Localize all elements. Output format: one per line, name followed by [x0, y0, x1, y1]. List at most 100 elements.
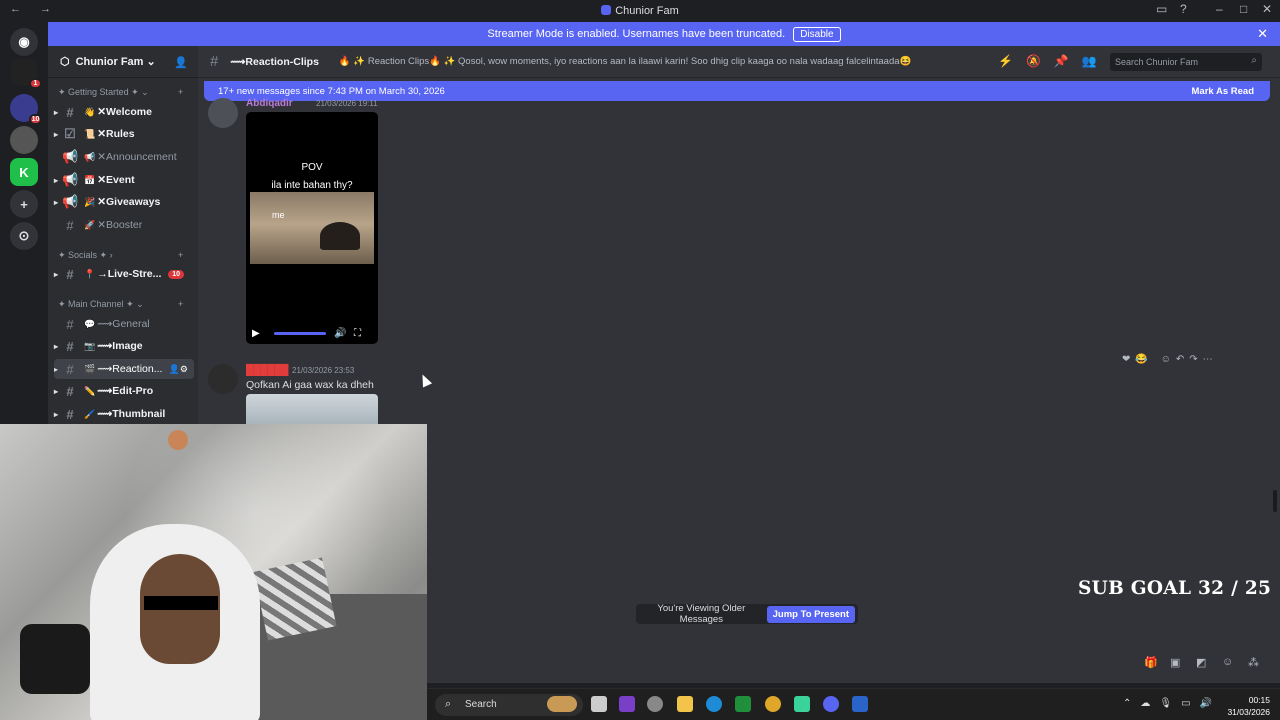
edge-icon[interactable] — [706, 696, 722, 712]
chrome-icon[interactable] — [765, 696, 781, 712]
channel-image[interactable]: ▸ # 📷 ⟿Image — [54, 336, 194, 356]
scrollbar-thumb[interactable] — [1273, 490, 1277, 512]
hash-icon: # — [66, 338, 74, 354]
channel-name: ⟿Reaction-Clips — [230, 55, 319, 68]
category-main-channel[interactable]: ✦ Main Channel ✦ ⌄ + — [58, 299, 183, 310]
app-icon[interactable] — [647, 696, 663, 712]
hash-icon: # — [66, 361, 74, 377]
mark-as-read-button[interactable]: Mark As Read — [1192, 86, 1254, 97]
streamer-mode-banner: Streamer Mode is enabled. Usernames have… — [48, 22, 1280, 46]
window-titlebar: ← → Chunior Fam ▭ ? – □ ✕ — [0, 0, 1280, 22]
word-icon[interactable] — [852, 696, 868, 712]
username[interactable]: Abdiqadir — [246, 98, 293, 109]
channel-booster[interactable]: # 🚀 ✕Booster — [54, 215, 194, 235]
jump-to-present-button[interactable]: Jump To Present — [766, 605, 855, 623]
volume-icon[interactable]: 🔊 — [334, 328, 346, 339]
channel-reaction-clips[interactable]: ▸ # 🎬 ⟿Reaction... 👤⚙ — [54, 359, 194, 379]
channel-event[interactable]: ▸ 📢 📅 ✕Event — [54, 170, 194, 190]
taskbar-clock[interactable]: 00:15 31/03/2026 — [1227, 694, 1270, 718]
avatar[interactable] — [208, 98, 238, 128]
channel-general[interactable]: # 💬 ⟿General — [54, 314, 194, 334]
help-icon[interactable]: ? — [1180, 2, 1187, 16]
server-icon[interactable] — [10, 126, 38, 154]
apps-icon[interactable]: ⁂ — [1248, 656, 1259, 669]
channel-giveaways[interactable]: ▸ 📢 🎉 ✕Giveaways — [54, 192, 194, 212]
server-icon-k[interactable]: K — [10, 158, 38, 186]
hash-icon: # — [66, 383, 74, 399]
unread-count: 10 — [168, 269, 184, 279]
home-discord-icon[interactable]: ◉ — [10, 28, 38, 56]
add-channel-icon: + — [178, 87, 184, 97]
channel-header: # ⟿Reaction-Clips 🔥 ✨ Reaction Clips🔥 ✨ … — [198, 46, 1280, 78]
channel-rules[interactable]: ▸ ☑ 📜 ✕Rules — [54, 124, 194, 144]
hash-icon: # — [66, 316, 74, 332]
emoji-icon[interactable]: ☺ — [1222, 656, 1233, 668]
add-member-icon[interactable]: 👤 — [174, 56, 188, 69]
message-actions[interactable]: ❤😂 ☺↶↷⋯ — [1122, 354, 1218, 365]
header-toolbar-icons[interactable]: ⚡🔕📌👥 — [998, 54, 1110, 68]
discord-logo-icon — [601, 5, 612, 15]
microphone — [20, 624, 90, 694]
search-input[interactable]: Search Chunior Fam ⌕ — [1110, 53, 1262, 71]
message-text: Qofkan Ai gaa wax ka dheh — [246, 379, 374, 391]
add-server-icon[interactable]: + — [10, 190, 38, 218]
file-explorer-icon[interactable] — [677, 696, 693, 712]
maximize-button[interactable]: □ — [1240, 2, 1247, 16]
channel-topic[interactable]: 🔥 ✨ Reaction Clips🔥 ✨ Qosol, wow moments… — [339, 56, 911, 67]
discord-taskbar-icon[interactable] — [823, 696, 839, 712]
avatar[interactable] — [208, 364, 238, 394]
older-messages-label: You're Viewing Older Messages — [657, 603, 746, 625]
server-header[interactable]: ⬡ Chunior Fam ⌄ 👤 — [48, 46, 198, 78]
minimize-button[interactable]: – — [1216, 2, 1223, 16]
inbox-icon[interactable]: ▭ — [1156, 2, 1167, 16]
add-channel-icon: + — [178, 299, 184, 309]
video-caption: ila inte bahan thy? — [271, 180, 353, 191]
task-view-icon[interactable] — [591, 696, 607, 712]
explore-icon[interactable]: ⊙ — [10, 222, 38, 250]
server-badge: 1 — [29, 78, 42, 89]
channel-edit-pro[interactable]: ▸ # ✏️ ⟿Edit-Pro — [54, 381, 194, 401]
channel-thumbnail[interactable]: ▸ # 🖌️ ⟿Thumbnail — [54, 404, 194, 424]
hash-icon: # — [210, 53, 219, 70]
channel-live-stream[interactable]: ▸ # 📍 →Live-Stre... 10 — [54, 264, 194, 284]
gift-icon[interactable]: 🎁 — [1144, 656, 1158, 669]
progress-bar[interactable] — [274, 332, 326, 335]
rules-icon: ☑ — [64, 126, 76, 141]
close-banner-icon[interactable]: ✕ — [1257, 26, 1268, 42]
gif-icon[interactable]: ▣ — [1170, 656, 1180, 669]
sub-goal-overlay: SUB GOAL 32 / 25 — [1078, 578, 1272, 599]
video-attachment[interactable]: POV ila inte bahan thy? me ▶ 🔊 ⛶ — [246, 112, 378, 344]
video-caption-pov: POV — [301, 162, 323, 173]
fullscreen-icon[interactable]: ⛶ — [354, 328, 361, 339]
webcam-overlay — [0, 424, 427, 720]
category-socials[interactable]: ✦ Socials ✦ › + — [58, 250, 183, 261]
server-icon[interactable]: 10 — [10, 94, 42, 125]
megaphone-icon: 📢 — [62, 194, 79, 209]
megaphone-icon: 📢 — [62, 172, 79, 187]
app-icon[interactable] — [794, 696, 810, 712]
image-attachment[interactable] — [246, 394, 378, 424]
new-messages-bar[interactable]: 17+ new messages since 7:43 PM on March … — [204, 81, 1270, 101]
hash-icon: # — [66, 104, 74, 120]
username-redacted[interactable]: ██████ — [246, 365, 289, 376]
search-icon: ⌕ — [445, 698, 452, 710]
excel-icon[interactable] — [735, 696, 751, 712]
server-icon[interactable]: 1 — [10, 58, 42, 89]
category-getting-started[interactable]: ✦ Getting Started ✦ ⌄ + — [58, 87, 183, 98]
channel-sidebar: ⬡ Chunior Fam ⌄ 👤 ✦ Getting Started ✦ ⌄ +… — [48, 46, 198, 426]
sticker-icon[interactable]: ◩ — [1196, 656, 1206, 669]
server-name: Chunior Fam ⌄ — [75, 56, 156, 68]
disable-button[interactable]: Disable — [793, 26, 841, 42]
timestamp: 21/03/2026 19:11 — [316, 99, 378, 108]
close-window-button[interactable]: ✕ — [1262, 2, 1272, 16]
hash-icon: # — [66, 266, 74, 282]
video-controls: ▶ 🔊 ⛶ — [246, 322, 378, 344]
channel-welcome[interactable]: ▸ # 👋 ✕Welcome — [54, 102, 194, 122]
play-icon[interactable]: ▶ — [252, 328, 260, 339]
channel-announcement[interactable]: 📢 📢 ✕Announcement — [54, 147, 194, 167]
system-tray-icons[interactable]: ⌃☁🎙▭🔊 — [1123, 698, 1221, 709]
copilot-icon[interactable] — [619, 696, 635, 712]
weather-widget-icon[interactable] — [547, 696, 577, 712]
composer-toolbar: 🎁 ▣ ◩ ☺ ⁂ — [426, 652, 1270, 674]
add-channel-icon: + — [178, 250, 184, 260]
